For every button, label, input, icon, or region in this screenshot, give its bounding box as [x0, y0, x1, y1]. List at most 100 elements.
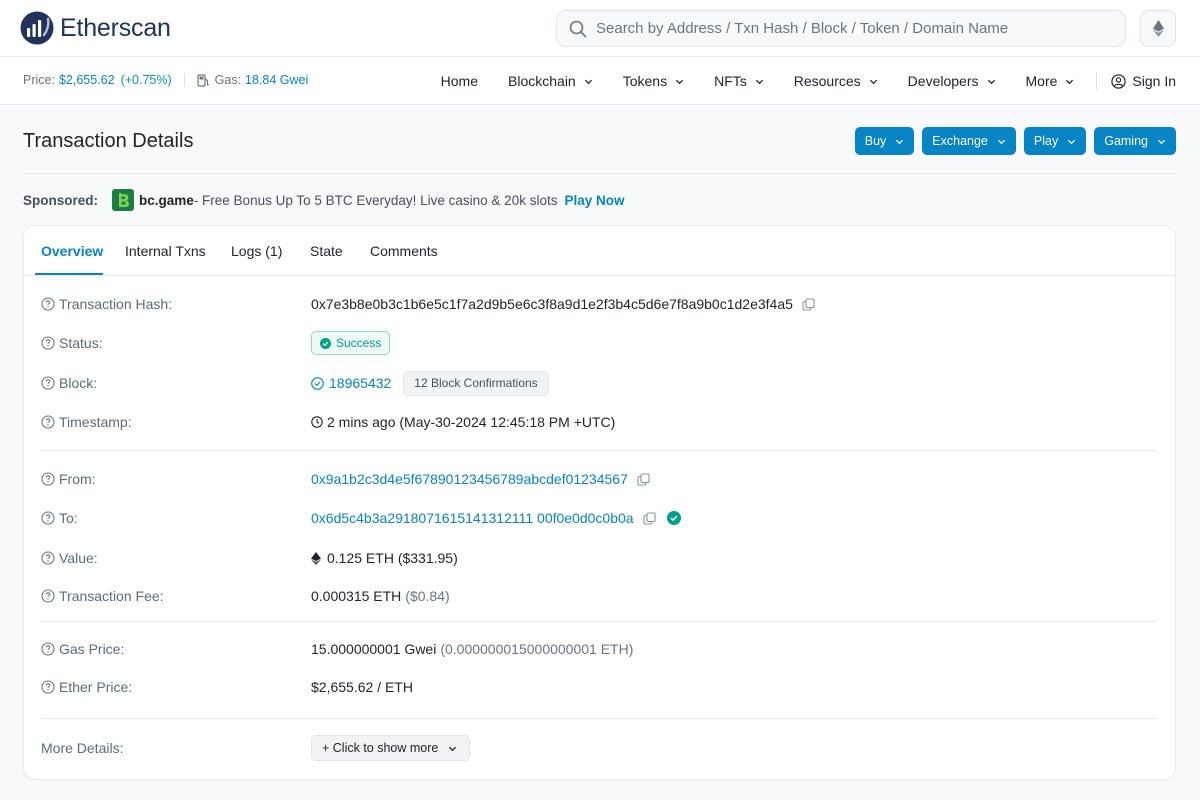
search-input[interactable]	[596, 20, 1096, 37]
nav-developers[interactable]: Developers	[908, 73, 996, 89]
network-selector-button[interactable]	[1140, 10, 1176, 47]
to-address-link[interactable]: 0x6d5c4b3a2918071615141312111 00f0e0d0c0…	[311, 510, 634, 526]
buy-button[interactable]: Buy	[854, 127, 915, 155]
verified-check-icon	[666, 511, 681, 525]
nav-nfts[interactable]: NFTs	[714, 73, 764, 89]
gas-tracker-link[interactable]: 18.84 Gwei	[245, 73, 308, 87]
ether-price-label: Ether Price:	[59, 679, 133, 695]
question-circle-icon[interactable]	[41, 642, 55, 656]
eth-price-link[interactable]: $2,655.62	[59, 73, 115, 87]
value-amount: 0.125 ETH ($331.95)	[327, 550, 458, 566]
tab-logs[interactable]: Logs (1)	[231, 243, 282, 259]
exchange-button[interactable]: Exchange	[922, 127, 1016, 155]
question-circle-icon[interactable]	[41, 415, 55, 429]
transaction-fee-usd: ($0.84)	[405, 588, 450, 604]
divider	[41, 718, 1156, 719]
gas-price-row: Gas Price: 15.000000001 Gwei (0.00000001…	[41, 638, 1156, 660]
chevron-down-icon	[449, 746, 457, 751]
gaming-button-label: Gaming	[1104, 134, 1148, 148]
tab-state[interactable]: State	[310, 243, 343, 259]
status-label: Status:	[59, 335, 103, 351]
divider	[41, 450, 1156, 451]
bc-game-logo-icon	[112, 189, 135, 211]
gas-pump-icon	[197, 73, 209, 87]
page-title: Transaction Details	[23, 130, 194, 152]
divider	[1096, 72, 1098, 90]
tab-internal-txns[interactable]: Internal Txns	[125, 243, 206, 259]
transaction-hash-value: 0x7e3b8e0b3c1b6e5c1f7a2d9b5e6c3f8a9d1e2f…	[311, 296, 793, 312]
gas-price-eth: (0.000000015000000001 ETH)	[440, 641, 634, 657]
chevron-down-icon	[675, 79, 684, 84]
sign-in-link[interactable]: Sign In	[1111, 73, 1176, 89]
block-label: Block:	[59, 375, 98, 391]
question-circle-icon[interactable]	[41, 472, 55, 486]
search-icon	[569, 20, 587, 37]
gaming-button[interactable]: Gaming	[1094, 127, 1176, 155]
from-row: From: 0x9a1b2c3d4e5f67890123456789abcdef…	[41, 468, 1156, 490]
ether-price-row: Ether Price: $2,655.62 / ETH	[41, 676, 1156, 698]
tab-bar: Overview Internal Txns Logs (1) State Co…	[24, 226, 1175, 276]
play-button[interactable]: Play	[1023, 127, 1087, 155]
clock-icon	[311, 416, 323, 428]
question-circle-icon[interactable]	[41, 589, 55, 603]
nav-home-label: Home	[440, 73, 479, 89]
question-circle-icon[interactable]	[41, 297, 55, 311]
divider	[23, 173, 1176, 174]
nav-nfts-label: NFTs	[714, 73, 747, 89]
ether-price-value: $2,655.62 / ETH	[311, 679, 413, 695]
question-circle-icon[interactable]	[41, 511, 55, 525]
to-row: To: 0x6d5c4b3a2918071615141312111 00f0e0…	[41, 507, 1156, 529]
chevron-down-icon	[896, 139, 904, 144]
copy-icon[interactable]	[802, 297, 815, 311]
status-value: Success	[336, 336, 382, 350]
play-now-link[interactable]: Play Now	[564, 193, 624, 208]
question-circle-icon[interactable]	[41, 376, 55, 390]
question-circle-icon[interactable]	[41, 680, 55, 694]
sponsor-brand: bc.game	[139, 192, 194, 208]
status-badge: Success	[311, 331, 391, 355]
nav-home[interactable]: Home	[441, 73, 478, 89]
status-row: Status: Success	[41, 331, 1156, 355]
check-circle-icon	[320, 337, 331, 349]
question-circle-icon[interactable]	[41, 336, 55, 350]
price-info: Price: $2,655.62 (+0.75%) Gas: 18.84 Gwe…	[23, 73, 308, 87]
tab-comments[interactable]: Comments	[370, 243, 438, 259]
block-number-link[interactable]: 18965432	[329, 375, 391, 391]
buy-button-label: Buy	[864, 134, 887, 148]
price-change: (+0.75%)	[120, 73, 172, 87]
copy-icon[interactable]	[637, 472, 650, 486]
search-bar[interactable]	[556, 10, 1126, 47]
etherscan-logo[interactable]: Etherscan	[20, 10, 171, 46]
nav-tokens-label: Tokens	[622, 73, 668, 89]
nav-more[interactable]: More	[1026, 73, 1075, 89]
play-button-label: Play	[1033, 134, 1059, 148]
chevron-down-icon	[1157, 139, 1166, 144]
tab-overview[interactable]: Overview	[41, 243, 103, 259]
transaction-fee-value: 0.000315 ETH	[311, 588, 402, 604]
nav-resources[interactable]: Resources	[794, 73, 878, 89]
copy-icon[interactable]	[643, 511, 656, 525]
divider	[183, 73, 185, 87]
nav-tokens[interactable]: Tokens	[623, 73, 684, 89]
chevron-down-icon	[869, 79, 877, 84]
check-circle-icon	[311, 376, 324, 390]
from-address-link[interactable]: 0x9a1b2c3d4e5f67890123456789abcdef012345…	[311, 471, 628, 487]
sign-in-label: Sign In	[1132, 73, 1176, 89]
show-more-button[interactable]: + Click to show more	[311, 735, 471, 761]
value-row: Value: 0.125 ETH ($331.95)	[41, 547, 1156, 569]
nav-blockchain[interactable]: Blockchain	[508, 73, 593, 89]
sponsored-label: Sponsored:	[23, 192, 99, 208]
question-circle-icon[interactable]	[41, 551, 55, 565]
gas-label: Gas:	[214, 73, 242, 87]
block-confirmations-badge: 12 Block Confirmations	[403, 370, 549, 396]
more-details-row: More Details: + Click to show more	[41, 735, 1156, 761]
sponsor-text: - Free Bonus Up To 5 BTC Everyday! Live …	[193, 192, 558, 208]
show-more-label: + Click to show more	[322, 741, 439, 755]
gas-price-value: 15.000000001 Gwei	[311, 641, 437, 657]
chevron-down-icon	[755, 79, 763, 84]
nav-menu: Home Blockchain Tokens NFTs Resources De…	[441, 57, 1176, 105]
ethereum-icon	[1152, 20, 1164, 37]
from-label: From:	[59, 471, 96, 487]
user-circle-icon	[1111, 73, 1127, 89]
etherscan-logo-icon	[20, 11, 54, 45]
